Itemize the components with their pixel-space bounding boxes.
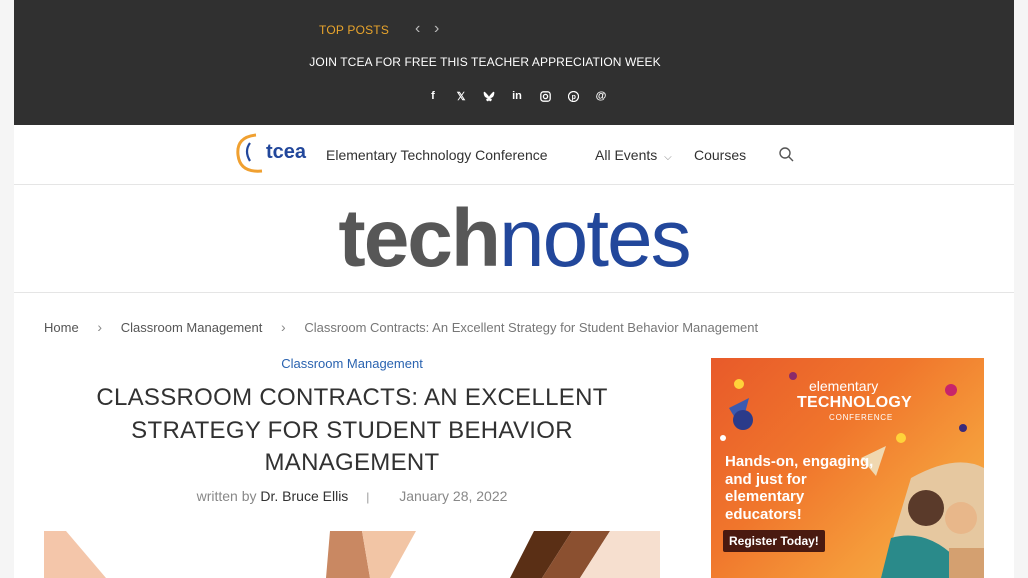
meta-divider: | [366,490,370,504]
top-post-headline[interactable]: JOIN TCEA FOR FREE THIS TEACHER APPRECIA… [14,55,956,69]
linkedin-icon[interactable]: in [503,88,531,104]
nav-item-all-events[interactable]: All Events ⌵ [595,147,672,163]
byline-prefix: written by [196,488,257,504]
top-bar: TOP POSTS ‹ › JOIN TCEA FOR FREE THIS TE… [14,0,1014,125]
prev-arrow-icon[interactable]: ‹ [415,20,420,38]
conference-ad[interactable]: elementary TECHNOLOGY CONFERENCE Hands-o… [711,358,984,578]
article-meta: written by Dr. Bruce Ellis | January 28,… [14,488,690,504]
x-icon[interactable]: 𝕏 [447,88,475,104]
social-links: f 𝕏 in p @ [419,88,615,104]
nav-item-elementary-technology-conference[interactable]: Elementary Technology Conference [326,147,548,163]
top-posts-label: TOP POSTS [319,23,390,37]
tcea-logo[interactable]: tcea [232,131,312,173]
publish-date: January 28, 2022 [399,488,508,504]
threads-icon[interactable]: @ [587,88,615,104]
article-category[interactable]: Classroom Management [14,356,690,371]
svg-text:p: p [571,94,575,101]
page: TOP POSTS ‹ › JOIN TCEA FOR FREE THIS TE… [14,0,1014,578]
ad-body-text: Hands-on, engaging, and just for element… [725,453,874,523]
chevron-down-icon: ⌵ [664,152,672,163]
register-button[interactable]: Register Today! [723,530,825,552]
technotes-logo[interactable]: technotes [14,191,1014,287]
article-title: CLASSROOM CONTRACTS: AN EXCELLENT STRATE… [96,384,608,476]
breadcrumb-home[interactable]: Home [44,320,79,335]
ad-title-technology: TECHNOLOGY [797,394,912,411]
breadcrumb-category[interactable]: Classroom Management [121,320,263,335]
ad-title-conference: CONFERENCE [829,413,894,422]
logo-text: tcea [266,141,307,163]
chevron-right-icon: › [97,319,103,335]
search-icon[interactable] [779,147,795,163]
instagram-icon[interactable] [531,88,559,104]
facebook-icon[interactable]: f [419,88,447,104]
breadcrumb: Home › Classroom Management › Classroom … [44,319,758,335]
nav-item-courses[interactable]: Courses [694,147,746,163]
next-arrow-icon[interactable]: › [434,20,439,38]
masthead: technotes [14,185,1014,293]
breadcrumb-current: Classroom Contracts: An Excellent Strate… [304,319,759,335]
chevron-right-icon: › [280,319,286,335]
brand-part-notes: notes [499,193,692,284]
hero-image [44,531,660,578]
ad-title-elementary: elementary [809,378,879,394]
nav-item-label: All Events [595,147,658,163]
bluesky-icon[interactable] [475,88,503,104]
author-link[interactable]: Dr. Bruce Ellis [260,488,348,504]
brand-part-tech: tech [338,193,501,284]
main-nav: tcea Elementary Technology Conference Al… [14,125,1014,185]
pinterest-icon[interactable]: p [559,88,587,104]
